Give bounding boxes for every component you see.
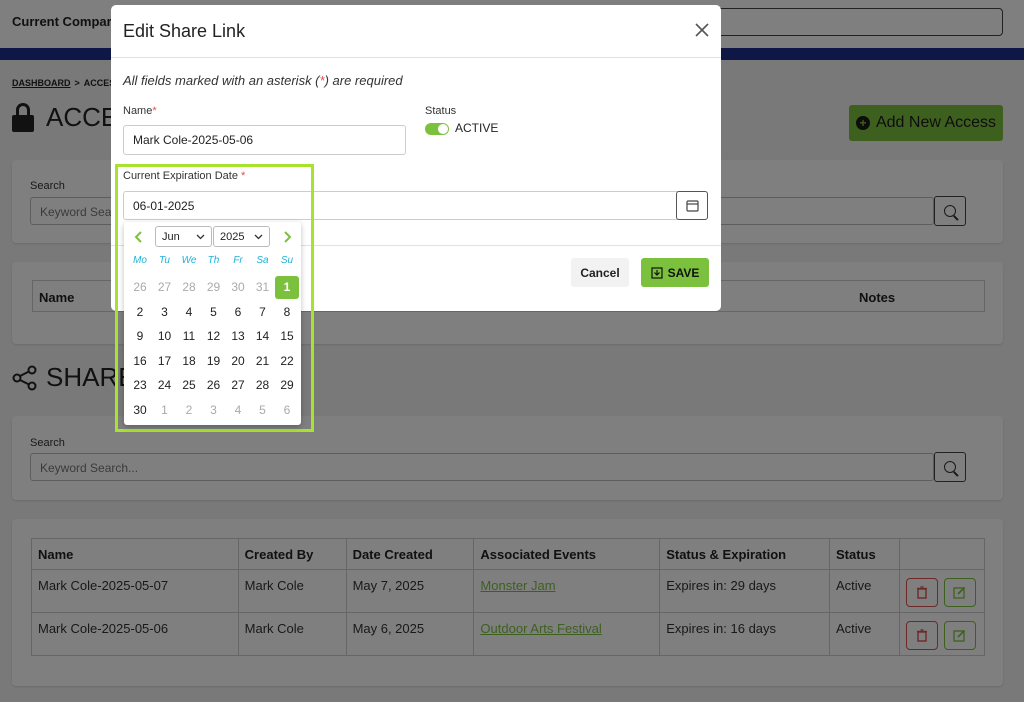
calendar-day[interactable]: 20	[226, 350, 250, 373]
required-star: *	[152, 105, 157, 117]
modal-title: Edit Share Link	[123, 21, 246, 41]
next-month-button[interactable]	[280, 230, 294, 244]
chevron-left-icon	[134, 231, 142, 243]
calendar-day[interactable]: 28	[251, 374, 275, 397]
weekday-label: We	[181, 255, 197, 266]
calendar-day[interactable]: 11	[177, 325, 201, 348]
calendar-day[interactable]: 1	[153, 399, 177, 422]
save-icon	[650, 266, 663, 279]
required-fields-note: All fields marked with an asterisk (*) a…	[123, 73, 403, 88]
calendar-day[interactable]: 3	[153, 301, 177, 324]
calendar-day[interactable]: 24	[153, 374, 177, 397]
calendar-day[interactable]: 12	[202, 325, 226, 348]
name-field[interactable]: Mark Cole-2025-05-06	[123, 125, 406, 155]
weekday-label: Mo	[133, 255, 147, 266]
weekday-label: Sa	[256, 255, 269, 266]
weekday-label: Fr	[233, 255, 243, 266]
calendar-day[interactable]: 31	[251, 276, 275, 299]
weekday-label: Su	[280, 255, 294, 266]
calendar-day[interactable]: 23	[128, 374, 152, 397]
datepicker: Jun 2025 Mo Tu We Th Fr Sa Su 26 27 28 29 30 31 1 2 3 4 5…	[124, 222, 301, 425]
year-select[interactable]: 2025	[213, 226, 270, 247]
calendar-day[interactable]: 6	[226, 301, 250, 324]
chevron-down-icon	[254, 234, 263, 239]
calendar-day[interactable]: 18	[177, 350, 201, 373]
year-value: 2025	[220, 230, 245, 243]
weekday-label: Tu	[159, 255, 170, 266]
calendar-day[interactable]: 27	[226, 374, 250, 397]
close-icon	[695, 23, 709, 37]
calendar-day[interactable]: 17	[153, 350, 177, 373]
calendar-day[interactable]: 4	[226, 399, 250, 422]
required-note-text-end: ) are required	[324, 73, 403, 88]
calendar-day[interactable]: 22	[275, 350, 299, 373]
status-toggle[interactable]	[425, 123, 449, 135]
calendar-day[interactable]: 9	[128, 325, 152, 348]
calendar-day[interactable]: 27	[153, 276, 177, 299]
calendar-day[interactable]: 26	[202, 374, 226, 397]
calendar-day[interactable]: 28	[177, 276, 201, 299]
calendar-day[interactable]: 29	[275, 374, 299, 397]
calendar-day[interactable]: 5	[202, 301, 226, 324]
name-label: Name*	[123, 105, 157, 117]
prev-month-button[interactable]	[132, 230, 146, 244]
calendar-day[interactable]: 16	[128, 350, 152, 373]
calendar-day[interactable]: 7	[251, 301, 275, 324]
calendar-day[interactable]: 13	[226, 325, 250, 348]
calendar-day[interactable]: 30	[128, 399, 152, 422]
chevron-down-icon	[196, 234, 205, 239]
status-value: ACTIVE	[455, 121, 499, 135]
name-label-text: Name	[123, 105, 153, 117]
calendar-day[interactable]: 30	[226, 276, 250, 299]
required-note-text: All fields marked with an asterisk (	[123, 73, 320, 88]
calendar-icon	[685, 199, 699, 212]
calendar-day[interactable]: 1	[275, 276, 299, 299]
calendar-day[interactable]: 2	[177, 399, 201, 422]
save-button[interactable]: SAVE	[641, 258, 709, 287]
chevron-right-icon	[284, 231, 292, 243]
month-value: Jun	[162, 230, 180, 243]
modal-header: Edit Share Link	[111, 5, 721, 58]
weekday-label: Th	[207, 255, 220, 266]
month-select[interactable]: Jun	[155, 226, 212, 247]
calendar-button[interactable]	[676, 191, 708, 220]
cancel-button[interactable]: Cancel	[571, 258, 629, 287]
calendar-day[interactable]: 29	[202, 276, 226, 299]
calendar-day[interactable]: 19	[202, 350, 226, 373]
calendar-day[interactable]: 4	[177, 301, 201, 324]
calendar-day[interactable]: 2	[128, 301, 152, 324]
status-label: Status	[425, 105, 457, 117]
calendar-day[interactable]: 15	[275, 325, 299, 348]
calendar-day[interactable]: 3	[202, 399, 226, 422]
calendar-day[interactable]: 26	[128, 276, 152, 299]
save-label: SAVE	[667, 265, 700, 280]
calendar-day[interactable]: 14	[251, 325, 275, 348]
calendar-day[interactable]: 6	[275, 399, 299, 422]
calendar-day[interactable]: 5	[251, 399, 275, 422]
calendar-day[interactable]: 10	[153, 325, 177, 348]
close-button[interactable]	[693, 21, 711, 39]
calendar-day[interactable]: 25	[177, 374, 201, 397]
calendar-day[interactable]: 8	[275, 301, 299, 324]
calendar-day[interactable]: 21	[251, 350, 275, 373]
